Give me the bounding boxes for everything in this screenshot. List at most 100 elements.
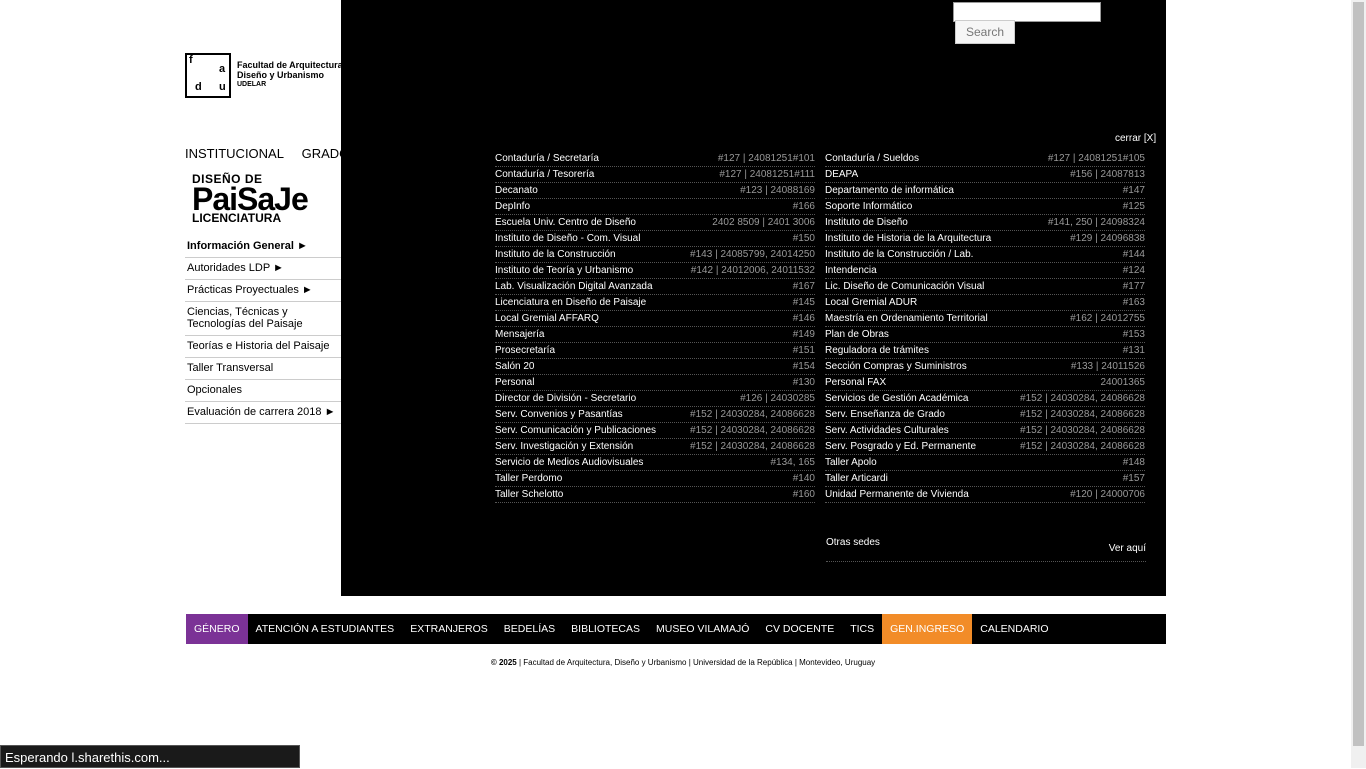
directory-row: DepInfo #166	[495, 199, 815, 215]
directory-row: Maestría en Ordenamiento Territorial #162…	[825, 311, 1145, 327]
footer-copyright: © 2025	[490, 658, 517, 667]
directory-row: Taller Perdomo #140	[495, 471, 815, 487]
directory-entry-phone: #152 | 24030284, 24086628	[1020, 425, 1145, 436]
directory-entry-name: Lic. Diseño de Comunicación Visual	[825, 281, 985, 292]
directory-entry-name: Servicio de Medios Audiovisuales	[495, 457, 644, 468]
directory-entry-phone: #130	[792, 377, 815, 388]
directory-entry-phone: #154	[792, 361, 815, 372]
side-item-teorias[interactable]: Teorías e Historia del Paisaje	[185, 336, 341, 358]
scrollbar-thumb[interactable]	[1353, 2, 1364, 746]
directory-row: Serv. Convenios y Pasantías #152 | 240302…	[495, 407, 815, 423]
directory-row: Sección Compras y Suministros #133 | 2401…	[825, 359, 1145, 375]
directory-entry-phone: #127 | 24081251#101	[717, 153, 815, 164]
directory-entry-phone: #120 | 24000706	[1070, 489, 1145, 500]
directory-row: Mensajería #149	[495, 327, 815, 343]
directory-left-column: Contaduría / Secretaría #127 | 24081251#1…	[495, 151, 815, 503]
directory-entry-name: Serv. Actividades Culturales	[825, 425, 949, 436]
side-item-informacion-general[interactable]: Información General ►	[185, 236, 341, 258]
phone-directory-overlay: Search cerrar [X] Contaduría / Secretarí…	[341, 0, 1166, 596]
bottom-nav-item[interactable]: EXTRANJEROS	[402, 614, 496, 644]
search-button[interactable]: Search	[955, 20, 1015, 44]
directory-entry-name: DEAPA	[825, 169, 859, 180]
side-item-opcionales[interactable]: Opcionales	[185, 380, 341, 402]
directory-right-column: Contaduría / Sueldos #127 | 24081251#105 D…	[825, 151, 1145, 503]
directory-row: Serv. Investigación y Extensión #152 | 24…	[495, 439, 815, 455]
directory-row: Servicios de Gestión Académica #152 | 240…	[825, 391, 1145, 407]
directory-entry-name: Licenciatura en Diseño de Paisaje	[495, 297, 647, 308]
directory-entry-name: Soporte Informático	[825, 201, 913, 212]
search-input[interactable]	[953, 2, 1101, 22]
side-item-taller-transversal[interactable]: Taller Transversal	[185, 358, 341, 380]
directory-entry-phone: #152 | 24030284, 24086628	[1020, 393, 1145, 404]
side-item-practicas[interactable]: Prácticas Proyectuales ►	[185, 280, 341, 302]
directory-entry-phone: #123 | 24088169	[740, 185, 815, 196]
close-link[interactable]: cerrar [X]	[1115, 133, 1156, 144]
directory-entry-name: Instituto de Diseño - Com. Visual	[495, 233, 641, 244]
directory-entry-phone: #145	[792, 297, 815, 308]
directory-row: Local Gremial AFFARQ #146	[495, 311, 815, 327]
directory-entry-phone: #152 | 24030284, 24086628	[690, 441, 815, 452]
side-item-ciencias[interactable]: Ciencias, Técnicas y Tecnologías del Pai…	[185, 302, 341, 336]
nav-institucional[interactable]: INSTITUCIONAL	[185, 146, 284, 161]
directory-entry-name: Servicios de Gestión Académica	[825, 393, 969, 404]
side-item-evaluacion[interactable]: Evaluación de carrera 2018 ►	[185, 402, 341, 424]
bottom-nav-item[interactable]: BEDELÍAS	[496, 614, 563, 644]
bottom-nav-item[interactable]: ATENCIÓN A ESTUDIANTES	[248, 614, 403, 644]
directory-entry-phone: #149	[792, 329, 815, 340]
bottom-nav-item[interactable]: CV DOCENTE	[757, 614, 842, 644]
directory-entry-name: Lab. Visualización Digital Avanzada	[495, 281, 653, 292]
directory-entry-phone: #129 | 24096838	[1070, 233, 1145, 244]
directory-row: Reguladora de trámites #131	[825, 343, 1145, 359]
directory-entry-name: Taller Apolo	[825, 457, 877, 468]
directory-entry-phone: #133 | 24011526	[1070, 361, 1145, 372]
directory-entry-name: Contaduría / Secretaría	[495, 153, 599, 164]
directory-row: Serv. Posgrado y Ed. Permanente #152 | 24…	[825, 439, 1145, 455]
directory-entry-name: Taller Articardi	[825, 473, 888, 484]
directory-entry-phone: 24001365	[1100, 377, 1146, 388]
side-item-autoridades[interactable]: Autoridades LDP ►	[185, 258, 341, 280]
bottom-nav-item[interactable]: TICS	[842, 614, 882, 644]
directory-entry-name: Departamento de informática	[825, 185, 954, 196]
directory-entry-phone: #160	[792, 489, 815, 500]
directory-row: Contaduría / Sueldos #127 | 24081251#105	[825, 151, 1145, 167]
bottom-nav-item[interactable]: GÉNERO	[186, 614, 248, 644]
directory-row: Personal #130	[495, 375, 815, 391]
directory-entry-phone: #152 | 24030284, 24086628	[1020, 441, 1145, 452]
directory-entry-name: Personal	[495, 377, 535, 388]
directory-row: Prosecretaría #151	[495, 343, 815, 359]
directory-row: Salón 20 #154	[495, 359, 815, 375]
directory-entry-name: Serv. Investigación y Extensión	[495, 441, 634, 452]
ver-aqui-link[interactable]: Ver aquí	[1109, 543, 1146, 554]
directory-entry-name: Instituto de Historia de la Arquitectura	[825, 233, 992, 244]
fadu-logo[interactable]: f a d u Facultad de Arquitectura Diseño …	[185, 53, 345, 100]
directory-entry-name: Local Gremial ADUR	[825, 297, 918, 308]
directory-entry-name: Instituto de la Construcción / Lab.	[825, 249, 974, 260]
directory-entry-phone: #156 | 24087813	[1070, 169, 1145, 180]
directory-row: Lic. Diseño de Comunicación Visual #177	[825, 279, 1145, 295]
directory-entry-phone: 2402 8509 | 2401 3006	[712, 217, 815, 228]
bottom-nav-item[interactable]: BIBLIOTECAS	[563, 614, 648, 644]
directory-entry-name: Mensajería	[495, 329, 545, 340]
top-nav: INSTITUCIONAL GRADO	[185, 146, 363, 161]
side-menu: Información General ► Autoridades LDP ► …	[185, 236, 341, 424]
directory-entry-phone: #148	[1122, 457, 1145, 468]
directory-row: Decanato #123 | 24088169	[495, 183, 815, 199]
directory-entry-phone: #127 | 24081251#105	[1047, 153, 1145, 164]
bottom-nav-item[interactable]: CALENDARIO	[972, 614, 1056, 644]
directory-row: Director de División - Secretario #126 | …	[495, 391, 815, 407]
scrollbar[interactable]	[1351, 0, 1366, 768]
directory-row: Departamento de informática #147	[825, 183, 1145, 199]
directory-row: Serv. Enseñanza de Grado #152 | 24030284,…	[825, 407, 1145, 423]
bottom-nav-item[interactable]: MUSEO VILAMAJÓ	[648, 614, 757, 644]
directory-entry-name: Decanato	[495, 185, 538, 196]
directory-entry-phone: #152 | 24030284, 24086628	[690, 425, 815, 436]
paisaje-logo[interactable]: DISEÑO DE PaiSaJe LICENCIATURA	[192, 173, 309, 224]
otras-sedes-label: Otras sedes	[826, 537, 880, 548]
directory-entry-phone: #177	[1122, 281, 1145, 292]
directory-entry-name: Prosecretaría	[495, 345, 556, 356]
directory-entry-name: Contaduría / Sueldos	[825, 153, 919, 164]
directory-row: Contaduría / Secretaría #127 | 24081251#1…	[495, 151, 815, 167]
directory-entry-name: Serv. Enseñanza de Grado	[825, 409, 945, 420]
directory-entry-phone: #162 | 24012755	[1070, 313, 1145, 324]
bottom-nav-item[interactable]: GEN.INGRESO	[882, 614, 973, 644]
